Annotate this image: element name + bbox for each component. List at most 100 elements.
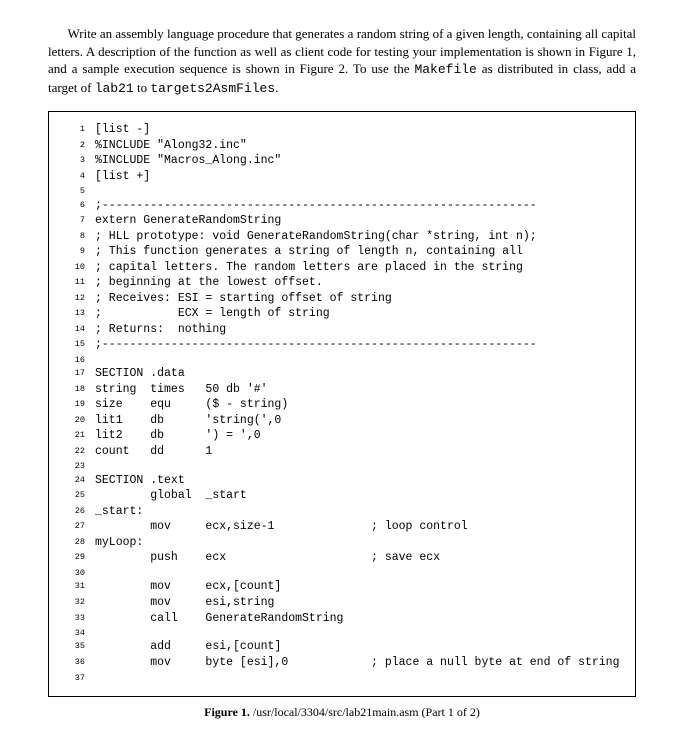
code-text: mov byte [esi],0 ; place a null byte at … [85, 655, 623, 671]
line-number: 28 [59, 535, 85, 551]
code-text: myLoop: [85, 535, 623, 551]
code-text: [list -] [85, 122, 623, 138]
line-number: 34 [59, 626, 85, 639]
intro-code-2: lab21 [95, 81, 134, 96]
line-number: 5 [59, 184, 85, 197]
line-number: 25 [59, 488, 85, 504]
line-number: 8 [59, 229, 85, 245]
code-text: _start: [85, 504, 623, 520]
code-line: 22count dd 1 [59, 444, 623, 460]
code-line: 17SECTION .data [59, 366, 623, 382]
code-line: 7extern GenerateRandomString [59, 213, 623, 229]
line-number: 37 [59, 671, 85, 684]
code-line: 36 mov byte [esi],0 ; place a null byte … [59, 655, 623, 671]
line-number: 16 [59, 353, 85, 366]
code-text: call GenerateRandomString [85, 611, 623, 627]
code-text: ;---------------------------------------… [85, 337, 623, 353]
code-text: ; capital letters. The random letters ar… [85, 260, 623, 276]
code-line: 18string times 50 db '#' [59, 382, 623, 398]
line-number: 27 [59, 519, 85, 535]
code-text: %INCLUDE "Macros_Along.inc" [85, 153, 623, 169]
line-number: 12 [59, 291, 85, 307]
code-line: 31 mov ecx,[count] [59, 579, 623, 595]
line-number: 24 [59, 473, 85, 489]
line-number: 32 [59, 595, 85, 611]
line-number: 9 [59, 244, 85, 260]
line-number: 29 [59, 550, 85, 566]
code-line: 8; HLL prototype: void GenerateRandomStr… [59, 229, 623, 245]
line-number: 21 [59, 428, 85, 444]
code-text: ;---------------------------------------… [85, 198, 623, 214]
code-text: count dd 1 [85, 444, 623, 460]
code-text: push ecx ; save ecx [85, 550, 623, 566]
line-number: 4 [59, 169, 85, 185]
line-number: 33 [59, 611, 85, 627]
line-number: 1 [59, 122, 85, 138]
code-line: 6;--------------------------------------… [59, 198, 623, 214]
intro-text-4: . [275, 80, 278, 95]
code-line: 19size equ ($ - string) [59, 397, 623, 413]
code-line: 11; beginning at the lowest offset. [59, 275, 623, 291]
code-text [85, 184, 623, 197]
code-text: ; Returns: nothing [85, 322, 623, 338]
code-text: string times 50 db '#' [85, 382, 623, 398]
code-text: ; beginning at the lowest offset. [85, 275, 623, 291]
code-text: mov ecx,size-1 ; loop control [85, 519, 623, 535]
figure-caption: Figure 1. /usr/local/3304/src/lab21main.… [48, 705, 636, 720]
line-number: 36 [59, 655, 85, 671]
code-text: lit2 db ') = ',0 [85, 428, 623, 444]
code-line: 2%INCLUDE "Along32.inc" [59, 138, 623, 154]
line-number: 31 [59, 579, 85, 595]
line-number: 15 [59, 337, 85, 353]
code-line: 28myLoop: [59, 535, 623, 551]
intro-text-3: to [134, 80, 151, 95]
code-line: 26_start: [59, 504, 623, 520]
code-line: 21lit2 db ') = ',0 [59, 428, 623, 444]
line-number: 20 [59, 413, 85, 429]
line-number: 18 [59, 382, 85, 398]
line-number: 30 [59, 566, 85, 579]
line-number: 3 [59, 153, 85, 169]
code-text [85, 671, 623, 684]
line-number: 17 [59, 366, 85, 382]
figure-text: /usr/local/3304/src/lab21main.asm (Part … [250, 705, 480, 719]
code-text [85, 353, 623, 366]
code-text: ; ECX = length of string [85, 306, 623, 322]
code-line: 14; Returns: nothing [59, 322, 623, 338]
line-number: 7 [59, 213, 85, 229]
line-number: 13 [59, 306, 85, 322]
code-text: SECTION .text [85, 473, 623, 489]
line-number: 23 [59, 459, 85, 472]
code-text: add esi,[count] [85, 639, 623, 655]
code-line: 3%INCLUDE "Macros_Along.inc" [59, 153, 623, 169]
code-line: 33 call GenerateRandomString [59, 611, 623, 627]
line-number: 26 [59, 504, 85, 520]
code-line: 37 [59, 671, 623, 684]
code-line: 12; Receives: ESI = starting offset of s… [59, 291, 623, 307]
code-line: 16 [59, 353, 623, 366]
code-text: [list +] [85, 169, 623, 185]
code-line: 32 mov esi,string [59, 595, 623, 611]
code-text [85, 626, 623, 639]
code-line: 4[list +] [59, 169, 623, 185]
code-text: size equ ($ - string) [85, 397, 623, 413]
code-listing: 1[list -]2%INCLUDE "Along32.inc"3%INCLUD… [48, 111, 636, 697]
code-line: 15;-------------------------------------… [59, 337, 623, 353]
code-text: SECTION .data [85, 366, 623, 382]
code-line: 20lit1 db 'string(',0 [59, 413, 623, 429]
code-line: 1[list -] [59, 122, 623, 138]
code-text: ; Receives: ESI = starting offset of str… [85, 291, 623, 307]
code-line: 24SECTION .text [59, 473, 623, 489]
line-number: 14 [59, 322, 85, 338]
figure-label: Figure 1. [204, 705, 250, 719]
code-text: %INCLUDE "Along32.inc" [85, 138, 623, 154]
line-number: 35 [59, 639, 85, 655]
code-line: 27 mov ecx,size-1 ; loop control [59, 519, 623, 535]
code-line: 10; capital letters. The random letters … [59, 260, 623, 276]
line-number: 19 [59, 397, 85, 413]
intro-code-1: Makefile [414, 62, 476, 77]
code-line: 34 [59, 626, 623, 639]
code-line: 29 push ecx ; save ecx [59, 550, 623, 566]
code-line: 13; ECX = length of string [59, 306, 623, 322]
line-number: 2 [59, 138, 85, 154]
